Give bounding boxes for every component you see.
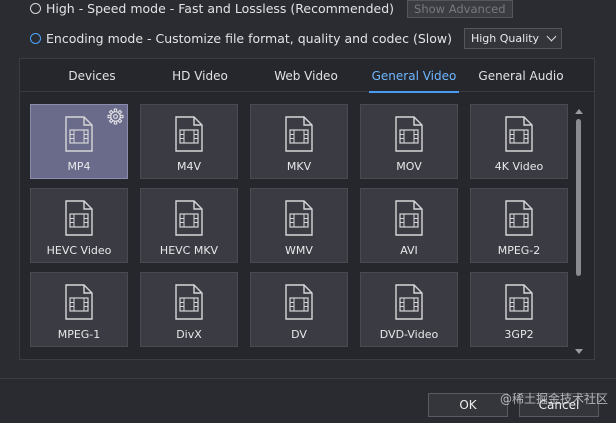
- video-file-icon: [395, 200, 423, 236]
- format-tile-hevc-video[interactable]: HEVC Video: [30, 188, 128, 263]
- video-file-icon: [65, 284, 93, 320]
- video-file-icon: [175, 200, 203, 236]
- video-file-icon: [505, 116, 533, 152]
- format-label: WMV: [285, 244, 313, 257]
- gear-icon[interactable]: [107, 108, 124, 125]
- video-file-icon: [505, 284, 533, 320]
- scroll-up-arrow-icon[interactable]: [575, 109, 583, 114]
- show-advanced-button[interactable]: Show Advanced: [407, 0, 513, 18]
- video-file-icon: [285, 116, 313, 152]
- quality-select[interactable]: High Quality: [463, 27, 563, 49]
- format-tile-dvd-video[interactable]: DVD-Video: [360, 272, 458, 347]
- encoding-mode-option[interactable]: Encoding mode - Customize file format, q…: [30, 27, 563, 49]
- format-tile-mkv[interactable]: MKV: [250, 104, 348, 179]
- format-tabs: Devices HD Video Web Video General Video…: [20, 59, 594, 93]
- high-speed-label: High - Speed mode - Fast and Lossless (R…: [46, 1, 395, 16]
- format-label: MP4: [67, 160, 91, 173]
- format-label: MPEG-1: [57, 328, 101, 341]
- video-file-icon: [505, 200, 533, 236]
- format-label: AVI: [400, 244, 418, 257]
- format-label: 3GP2: [504, 328, 534, 341]
- format-tile-mpeg-2[interactable]: MPEG-2: [470, 188, 568, 263]
- encoding-mode-label: Encoding mode - Customize file format, q…: [46, 30, 452, 46]
- format-label: MOV: [396, 160, 422, 173]
- video-file-icon: [65, 116, 93, 152]
- scroll-down-arrow-icon[interactable]: [575, 349, 583, 354]
- format-tile-wmv[interactable]: WMV: [250, 188, 348, 263]
- high-speed-mode-option[interactable]: High - Speed mode - Fast and Lossless (R…: [30, 0, 513, 18]
- format-tile-divx[interactable]: DivX: [140, 272, 238, 347]
- encoding-mode-radio[interactable]: [30, 32, 41, 44]
- format-tile-mov[interactable]: MOV: [360, 104, 458, 179]
- format-label: 4K Video: [494, 160, 544, 173]
- format-label: MPEG-2: [497, 244, 541, 257]
- high-speed-radio[interactable]: [30, 3, 41, 14]
- video-file-icon: [65, 200, 93, 236]
- tab-devices[interactable]: Devices: [52, 59, 132, 92]
- video-file-icon: [285, 284, 313, 320]
- quality-select-value: High Quality: [470, 31, 540, 45]
- format-label: M4V: [176, 160, 201, 173]
- format-label: DVD-Video: [379, 328, 439, 341]
- format-label: MKV: [286, 160, 312, 173]
- format-label: HEVC MKV: [159, 244, 219, 257]
- format-tile-m4v[interactable]: M4V: [140, 104, 238, 179]
- video-file-icon: [395, 284, 423, 320]
- format-tile-mp4[interactable]: MP4: [30, 104, 128, 179]
- format-label: DV: [291, 328, 307, 341]
- chevron-down-icon: [546, 31, 557, 41]
- video-file-icon: [395, 116, 423, 152]
- dialog-footer: OK Cancel: [0, 378, 616, 423]
- tab-web-video[interactable]: Web Video: [265, 59, 347, 92]
- tab-hd-video[interactable]: HD Video: [160, 59, 240, 92]
- format-grid: MP4 M4V MKV MOV 4K Video HEVC Video HEVC MKV WM…: [30, 104, 568, 347]
- format-tile-avi[interactable]: AVI: [360, 188, 458, 263]
- vertical-scrollbar[interactable]: [574, 109, 586, 354]
- format-label: DivX: [176, 328, 202, 341]
- cancel-button[interactable]: Cancel: [519, 393, 599, 417]
- format-tile-3gp2[interactable]: 3GP2: [470, 272, 568, 347]
- format-tile-hevc-mkv[interactable]: HEVC MKV: [140, 188, 238, 263]
- video-file-icon: [175, 116, 203, 152]
- ok-button[interactable]: OK: [428, 393, 508, 417]
- format-tile-mpeg-1[interactable]: MPEG-1: [30, 272, 128, 347]
- format-tile-dv[interactable]: DV: [250, 272, 348, 347]
- video-file-icon: [175, 284, 203, 320]
- format-label: HEVC Video: [46, 244, 112, 257]
- format-tile-4k-video[interactable]: 4K Video: [470, 104, 568, 179]
- tab-general-video[interactable]: General Video: [369, 59, 459, 93]
- format-panel: Devices HD Video Web Video General Video…: [19, 58, 595, 360]
- scrollbar-thumb[interactable]: [576, 119, 581, 276]
- tab-general-audio[interactable]: General Audio: [475, 59, 567, 92]
- video-file-icon: [285, 200, 313, 236]
